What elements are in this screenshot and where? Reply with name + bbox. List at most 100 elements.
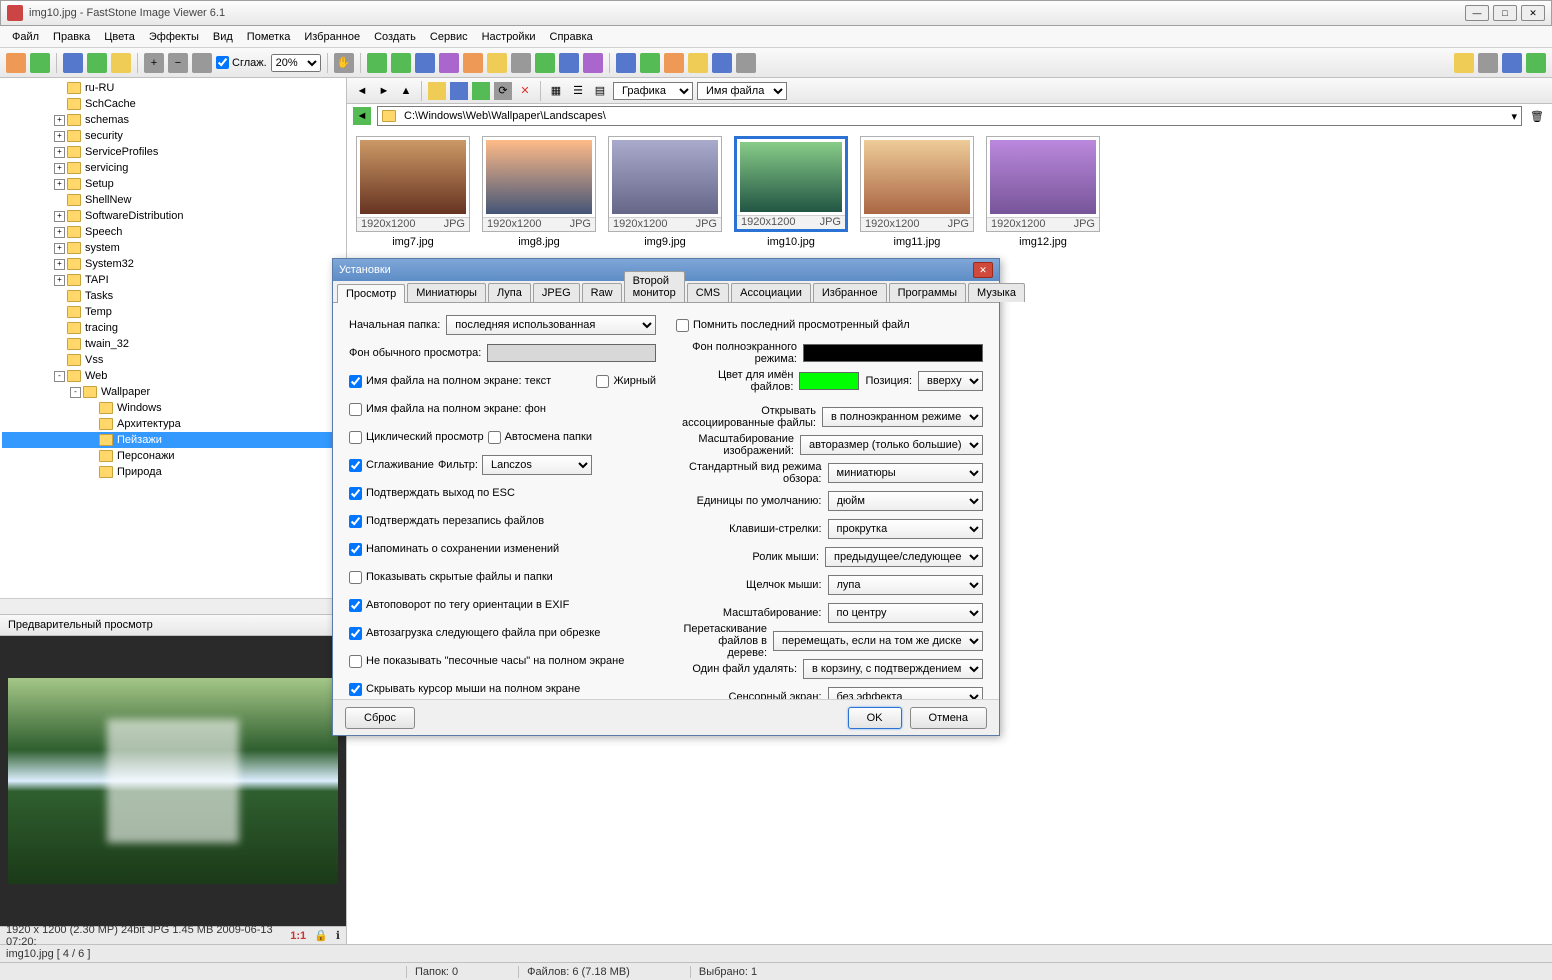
save-icon[interactable]	[63, 53, 83, 73]
reset-button[interactable]: Сброс	[345, 707, 415, 729]
drag-select[interactable]: перемещать, если на том же диске	[773, 631, 983, 651]
tree-expand-icon[interactable]: +	[54, 147, 65, 158]
confirm-overwrite-checkbox[interactable]	[349, 515, 362, 528]
print-icon[interactable]	[712, 53, 732, 73]
sharpen-icon[interactable]	[511, 53, 531, 73]
tree-expand-icon[interactable]: +	[54, 115, 65, 126]
dialog-tab[interactable]: JPEG	[533, 283, 580, 302]
zoom-mode-select[interactable]: по центру	[828, 603, 984, 623]
tree-item[interactable]: Архитектура	[2, 416, 344, 432]
tree-item[interactable]: ru-RU	[2, 80, 344, 96]
tree-item[interactable]: -Web	[2, 368, 344, 384]
new-folder-icon[interactable]	[428, 82, 446, 100]
dialog-tab[interactable]: Миниатюры	[407, 283, 486, 302]
delete-select[interactable]: в корзину, с подтверждением	[803, 659, 983, 679]
zoom-in-icon[interactable]: +	[144, 53, 164, 73]
auto-rotate-checkbox[interactable]	[349, 599, 362, 612]
thumbnail[interactable]: 1920x1200JPGimg7.jpg	[355, 136, 471, 248]
dialog-tab[interactable]: Музыка	[968, 283, 1025, 302]
download-icon[interactable]	[30, 53, 50, 73]
clone-icon[interactable]	[559, 53, 579, 73]
minimize-button[interactable]: —	[1465, 5, 1489, 21]
email-icon[interactable]	[664, 53, 684, 73]
touch-select[interactable]: без эффекта	[828, 687, 984, 699]
tree-item[interactable]: Персонажи	[2, 448, 344, 464]
tree-item[interactable]: Природа	[2, 464, 344, 480]
remind-save-checkbox[interactable]	[349, 543, 362, 556]
tree-expand-icon[interactable]: +	[54, 163, 65, 174]
maximize-button[interactable]: □	[1493, 5, 1517, 21]
view-thumbs-icon[interactable]	[1454, 53, 1474, 73]
dialog-tab[interactable]: Raw	[582, 283, 622, 302]
canvas-icon[interactable]	[439, 53, 459, 73]
path-input[interactable]: C:\Windows\Web\Wallpaper\Landscapes\ ▾	[377, 106, 1522, 126]
units-select[interactable]: дюйм	[828, 491, 984, 511]
zoom-out-icon[interactable]: −	[168, 53, 188, 73]
copy-icon[interactable]	[111, 53, 131, 73]
cyclic-checkbox[interactable]	[349, 431, 362, 444]
slideshow-icon[interactable]	[640, 53, 660, 73]
tree-item[interactable]: +system	[2, 240, 344, 256]
menu-избранное[interactable]: Избранное	[298, 29, 366, 45]
menu-правка[interactable]: Правка	[47, 29, 96, 45]
show-hidden-checkbox[interactable]	[349, 571, 362, 584]
smooth-checkbox[interactable]: Сглаж.	[216, 56, 267, 69]
dialog-tab[interactable]: Лупа	[488, 283, 531, 302]
open-folder-icon[interactable]	[688, 53, 708, 73]
tree-expand-icon[interactable]: +	[54, 227, 65, 238]
dialog-tab[interactable]: Избранное	[813, 283, 887, 302]
viewmode3-icon[interactable]: ▤	[591, 82, 609, 100]
confirm-esc-checkbox[interactable]	[349, 487, 362, 500]
tree-item[interactable]: +System32	[2, 256, 344, 272]
hide-cursor-checkbox[interactable]	[349, 683, 362, 696]
copy-to-icon[interactable]	[450, 82, 468, 100]
smoothing-checkbox[interactable]	[349, 459, 362, 472]
remember-last-checkbox[interactable]	[676, 319, 689, 332]
zoom-select[interactable]: 20%	[271, 54, 321, 72]
tree-item[interactable]: Temp	[2, 304, 344, 320]
move-to-icon[interactable]	[472, 82, 490, 100]
crop-icon[interactable]	[463, 53, 483, 73]
menu-настройки[interactable]: Настройки	[476, 29, 542, 45]
tree-expand-icon[interactable]: +	[54, 259, 65, 270]
sort-select[interactable]: Имя файла	[697, 82, 787, 100]
menu-вид[interactable]: Вид	[207, 29, 239, 45]
bg-normal-swatch[interactable]	[487, 344, 656, 362]
tree-scrollbar[interactable]	[0, 598, 346, 614]
ok-button[interactable]: OK	[848, 707, 902, 729]
rotate-right-icon[interactable]	[391, 53, 411, 73]
trash-icon[interactable]: 🗑	[1528, 107, 1546, 125]
folder-tree[interactable]: ru-RUSchCache+schemas+security+ServicePr…	[0, 78, 346, 598]
open-assoc-select[interactable]: в полноэкранном режиме	[822, 407, 983, 427]
redeye-icon[interactable]	[535, 53, 555, 73]
view-detail-icon[interactable]	[1502, 53, 1522, 73]
view-list-icon[interactable]	[1478, 53, 1498, 73]
tree-item[interactable]: SchCache	[2, 96, 344, 112]
tree-expand-icon[interactable]: +	[54, 131, 65, 142]
text-icon[interactable]	[583, 53, 603, 73]
tree-expand-icon[interactable]: +	[54, 275, 65, 286]
tree-item[interactable]: +TAPI	[2, 272, 344, 288]
hand-icon[interactable]: ✋	[334, 53, 354, 73]
menu-справка[interactable]: Справка	[544, 29, 599, 45]
tree-item[interactable]: +servicing	[2, 160, 344, 176]
dialog-tab[interactable]: Ассоциации	[731, 283, 811, 302]
refresh-icon[interactable]: ⟳	[494, 82, 512, 100]
tree-item[interactable]: Windows	[2, 400, 344, 416]
nav-back-icon[interactable]: ◄	[353, 82, 371, 100]
path-back-icon[interactable]: ◄	[353, 107, 371, 125]
wheel-select[interactable]: предыдущее/следующее	[825, 547, 983, 567]
brightness-icon[interactable]	[487, 53, 507, 73]
menu-цвета[interactable]: Цвета	[98, 29, 141, 45]
tree-item[interactable]: tracing	[2, 320, 344, 336]
acquire-icon[interactable]	[6, 53, 26, 73]
dialog-tab[interactable]: Второй монитор	[624, 271, 685, 302]
thumbnail[interactable]: 1920x1200JPGimg12.jpg	[985, 136, 1101, 248]
file-type-select[interactable]: Графика	[613, 82, 693, 100]
compare-icon[interactable]	[616, 53, 636, 73]
viewmode2-icon[interactable]: ☰	[569, 82, 587, 100]
thumbnail[interactable]: 1920x1200JPGimg9.jpg	[607, 136, 723, 248]
scale-select[interactable]: авторазмер (только большие)	[800, 435, 983, 455]
start-folder-select[interactable]: последняя использованная	[446, 315, 656, 335]
tree-item[interactable]: +ServiceProfiles	[2, 144, 344, 160]
